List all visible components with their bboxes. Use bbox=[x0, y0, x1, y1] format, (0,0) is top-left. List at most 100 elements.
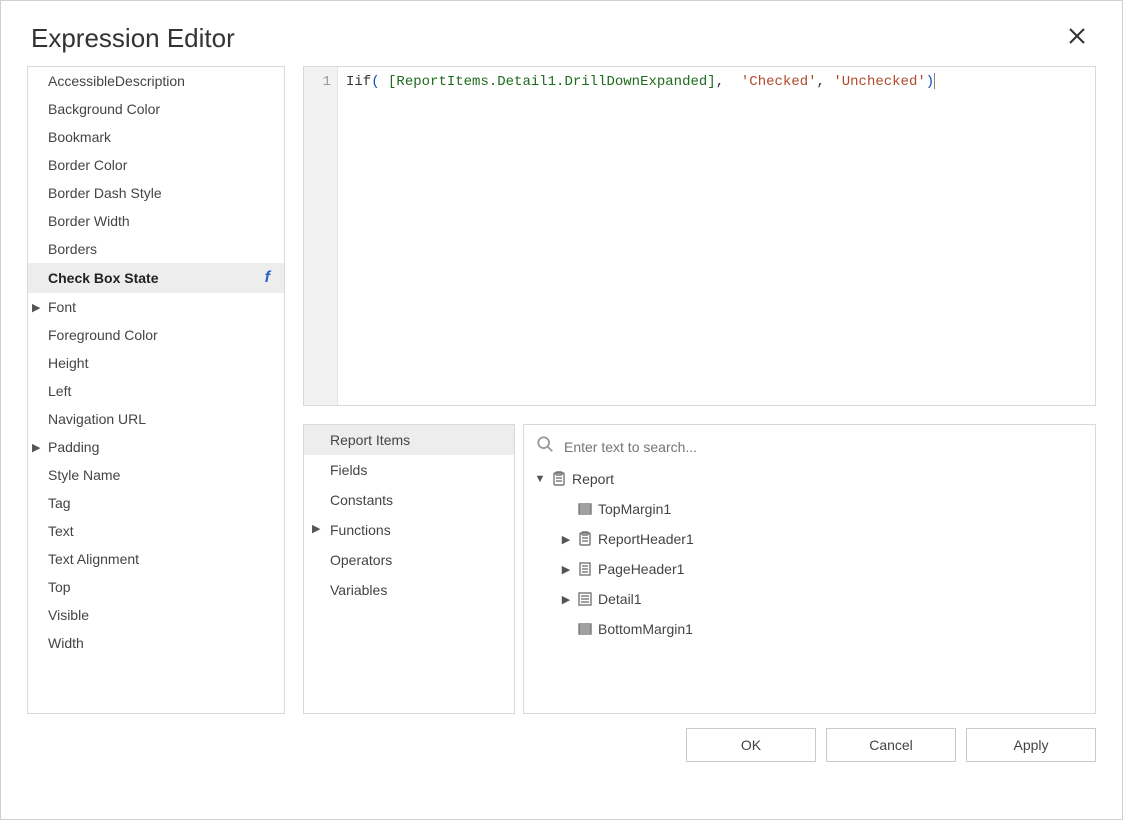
property-item[interactable]: AccessibleDescription bbox=[28, 67, 284, 95]
property-item[interactable]: Border Color bbox=[28, 151, 284, 179]
category-item[interactable]: Fields bbox=[304, 455, 514, 485]
dialog-title: Expression Editor bbox=[31, 23, 235, 54]
detail-icon bbox=[577, 591, 593, 607]
property-item[interactable]: Background Color bbox=[28, 95, 284, 123]
property-item[interactable]: ▶ Font bbox=[28, 293, 284, 321]
tree-label: PageHeader1 bbox=[598, 561, 684, 577]
property-item[interactable]: Text Alignment bbox=[28, 545, 284, 573]
category-item[interactable]: Operators bbox=[304, 545, 514, 575]
property-item[interactable]: Width bbox=[28, 629, 284, 657]
category-label: Functions bbox=[330, 522, 391, 538]
ok-button[interactable]: OK bbox=[686, 728, 816, 762]
margin-icon bbox=[577, 621, 593, 637]
search-icon bbox=[536, 435, 554, 458]
property-label: Width bbox=[48, 635, 84, 651]
property-label: Visible bbox=[48, 607, 89, 623]
margin-icon bbox=[577, 501, 593, 517]
tree-label: ReportHeader1 bbox=[598, 531, 694, 547]
property-item[interactable]: Border Dash Style bbox=[28, 179, 284, 207]
property-label: Border Color bbox=[48, 157, 127, 173]
tree-row[interactable]: ▶ ReportHeader1 bbox=[534, 524, 1085, 554]
property-label: Height bbox=[48, 355, 88, 371]
chevron-right-icon[interactable]: ▶ bbox=[560, 593, 572, 606]
cancel-button[interactable]: Cancel bbox=[826, 728, 956, 762]
category-list[interactable]: Report Items Fields Constants ▶ Functions Ope… bbox=[303, 424, 515, 714]
property-item[interactable]: Visible bbox=[28, 601, 284, 629]
tree-row[interactable]: ▼ Report bbox=[534, 464, 1085, 494]
category-label: Operators bbox=[330, 552, 392, 568]
category-label: Fields bbox=[330, 462, 367, 478]
tree-label: Detail1 bbox=[598, 591, 642, 607]
property-item[interactable]: Borders bbox=[28, 235, 284, 263]
property-label: Foreground Color bbox=[48, 327, 158, 343]
apply-button[interactable]: Apply bbox=[966, 728, 1096, 762]
property-label: AccessibleDescription bbox=[48, 73, 185, 89]
category-item[interactable]: Constants bbox=[304, 485, 514, 515]
page-icon bbox=[577, 561, 593, 577]
expression-code-editor[interactable]: 1 Iif( [ReportItems.Detail1.DrillDownExp… bbox=[303, 66, 1096, 406]
property-label: Borders bbox=[48, 241, 97, 257]
property-label: Font bbox=[48, 299, 76, 315]
property-list[interactable]: AccessibleDescription Background Color Boo… bbox=[27, 66, 285, 714]
property-item[interactable]: ▶Padding bbox=[28, 433, 284, 461]
search-row bbox=[534, 431, 1085, 464]
property-label: Left bbox=[48, 383, 71, 399]
tree-row[interactable]: ▶ PageHeader1 bbox=[534, 554, 1085, 584]
property-item[interactable]: Bookmark bbox=[28, 123, 284, 151]
chevron-right-icon: ▶ bbox=[32, 441, 40, 454]
report-items-tree[interactable]: ▼ Report TopMargin1 ▶ ReportHeader1 ▶ PageHead… bbox=[534, 464, 1085, 644]
items-tree-panel: ▼ Report TopMargin1 ▶ ReportHeader1 ▶ PageHead… bbox=[523, 424, 1096, 714]
close-button[interactable] bbox=[1062, 21, 1092, 56]
dialog-buttons: OK Cancel Apply bbox=[1, 714, 1122, 762]
code-string: 'Checked' bbox=[741, 74, 817, 90]
category-label: Constants bbox=[330, 492, 393, 508]
code-paren-open: ( bbox=[371, 74, 379, 90]
category-label: Report Items bbox=[330, 432, 410, 448]
tree-row[interactable]: TopMargin1 bbox=[534, 494, 1085, 524]
property-label: Navigation URL bbox=[48, 411, 146, 427]
code-function: Iif bbox=[346, 74, 371, 90]
chevron-down-icon[interactable]: ▼ bbox=[534, 473, 546, 485]
property-item[interactable]: Style Name bbox=[28, 461, 284, 489]
property-item[interactable]: Check Box State f bbox=[28, 263, 284, 293]
tree-label: Report bbox=[572, 471, 614, 487]
code-paren-close: ) bbox=[926, 74, 934, 90]
clipboard-icon bbox=[577, 531, 593, 547]
tree-row[interactable]: ▶ Detail1 bbox=[534, 584, 1085, 614]
code-gutter: 1 bbox=[304, 67, 338, 405]
clipboard-icon bbox=[551, 471, 567, 487]
chevron-right-icon[interactable]: ▶ bbox=[560, 533, 572, 546]
fx-icon: f bbox=[265, 269, 278, 287]
code-content[interactable]: Iif( [ReportItems.Detail1.DrillDownExpan… bbox=[338, 67, 943, 405]
property-item[interactable]: Tag bbox=[28, 489, 284, 517]
property-item[interactable]: Border Width bbox=[28, 207, 284, 235]
tree-row[interactable]: BottomMargin1 bbox=[534, 614, 1085, 644]
property-label: Tag bbox=[48, 495, 71, 511]
property-item[interactable]: Top bbox=[28, 573, 284, 601]
titlebar: Expression Editor bbox=[1, 1, 1122, 66]
category-item[interactable]: Report Items bbox=[304, 425, 514, 455]
expression-editor-dialog: Expression Editor AccessibleDescription B… bbox=[0, 0, 1123, 820]
property-item[interactable]: Left bbox=[28, 377, 284, 405]
property-label: Check Box State bbox=[48, 270, 158, 286]
chevron-right-icon: ▶ bbox=[312, 522, 320, 535]
property-label: Style Name bbox=[48, 467, 120, 483]
category-item[interactable]: ▶ Functions bbox=[304, 515, 514, 545]
property-label: Border Dash Style bbox=[48, 185, 162, 201]
category-label: Variables bbox=[330, 582, 387, 598]
property-label: Text bbox=[48, 523, 74, 539]
property-label: Text Alignment bbox=[48, 551, 139, 567]
chevron-right-icon: ▶ bbox=[32, 301, 40, 314]
property-item[interactable]: Navigation URL bbox=[28, 405, 284, 433]
property-label: Bookmark bbox=[48, 129, 111, 145]
tree-label: TopMargin1 bbox=[598, 501, 671, 517]
property-item[interactable]: Text bbox=[28, 517, 284, 545]
search-input[interactable] bbox=[562, 438, 1083, 456]
property-item[interactable]: Height bbox=[28, 349, 284, 377]
chevron-right-icon[interactable]: ▶ bbox=[560, 563, 572, 576]
property-item[interactable]: Foreground Color bbox=[28, 321, 284, 349]
tree-label: BottomMargin1 bbox=[598, 621, 693, 637]
category-item[interactable]: Variables bbox=[304, 575, 514, 605]
property-label: Top bbox=[48, 579, 71, 595]
text-cursor bbox=[934, 73, 935, 89]
